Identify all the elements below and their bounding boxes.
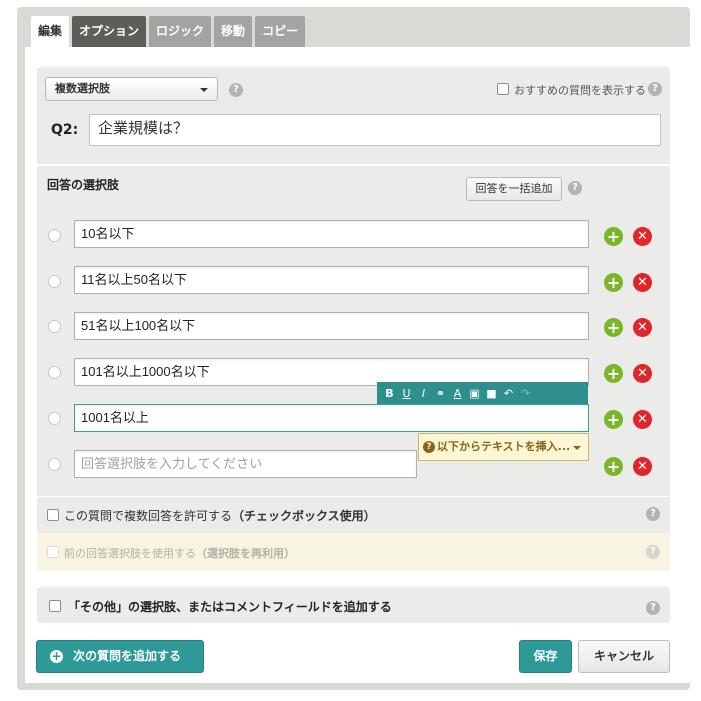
tab-copy[interactable]: コピー: [255, 16, 306, 47]
image-icon[interactable]: ▣: [466, 387, 483, 400]
redo-icon[interactable]: ↷: [517, 387, 534, 400]
answer-radio: [48, 275, 61, 288]
undo-icon[interactable]: ↶: [500, 387, 517, 400]
multi-answer-checkbox[interactable]: [47, 509, 59, 521]
other-field-checkbox[interactable]: [49, 600, 61, 612]
add-answer-icon[interactable]: +: [604, 457, 623, 476]
show-recommended-label: おすすめの質問を表示する: [514, 84, 646, 97]
answer-input[interactable]: 51名以上100名以下: [74, 312, 589, 340]
show-recommended-checkbox[interactable]: [497, 83, 509, 95]
add-next-question-button[interactable]: + 次の質問を追加する: [36, 640, 204, 673]
answer-choices-title: 回答の選択肢: [47, 178, 120, 192]
bold-icon[interactable]: B: [381, 387, 398, 400]
cancel-button[interactable]: キャンセル: [578, 640, 670, 673]
multi-answer-text: この質問で複数回答を許可する: [64, 509, 233, 523]
rich-text-toolbar: B U I ⚭ A ▣ ■ ↶ ↷: [377, 382, 588, 404]
other-field-label: 「その他」の選択肢、またはコメントフィールドを追加する: [68, 600, 392, 614]
reuse-answers-checkbox[interactable]: [47, 546, 59, 558]
question-type-select[interactable]: 複数選択肢: [45, 77, 218, 101]
text-color-icon[interactable]: A: [449, 387, 466, 400]
multi-answer-label: この質問で複数回答を許可する（チェックボックス使用）: [64, 507, 376, 524]
italic-icon[interactable]: I: [415, 387, 432, 400]
chevron-down-icon: [573, 446, 581, 450]
insert-text-dropdown[interactable]: ? 以下からテキストを挿入...: [418, 433, 589, 461]
tab-edit[interactable]: 編集: [31, 16, 70, 47]
answer-radio: [48, 229, 61, 242]
underline-icon[interactable]: U: [398, 387, 415, 400]
save-button[interactable]: 保存: [519, 640, 572, 673]
question-text-input[interactable]: 企業規模は？: [89, 114, 661, 146]
answer-radio: [48, 366, 61, 379]
add-answer-icon[interactable]: +: [604, 364, 623, 383]
delete-answer-icon[interactable]: ✕: [633, 457, 652, 476]
answer-radio: [48, 320, 61, 333]
add-answer-icon[interactable]: +: [604, 273, 623, 292]
bulk-add-answers-button[interactable]: 回答を一括追加: [466, 177, 562, 201]
new-answer-input[interactable]: 回答選択肢を入力してください: [74, 450, 417, 478]
tab-move[interactable]: 移動: [214, 16, 253, 47]
help-icon[interactable]: ?: [648, 82, 662, 96]
help-icon[interactable]: ?: [646, 507, 660, 521]
answer-radio: [48, 458, 61, 471]
tab-logic[interactable]: ロジック: [149, 16, 212, 47]
link-icon[interactable]: ⚭: [432, 387, 449, 400]
reuse-answers-label: 前の回答選択肢を使用する（選択肢を再利用）: [64, 545, 295, 561]
delete-answer-icon[interactable]: ✕: [633, 273, 652, 292]
help-icon[interactable]: ?: [646, 601, 660, 615]
add-answer-icon[interactable]: +: [604, 227, 623, 246]
chevron-down-icon: [200, 88, 208, 92]
question-number: Q2:: [51, 122, 79, 138]
answer-input[interactable]: 11名以上50名以下: [74, 266, 589, 294]
tab-options[interactable]: オプション: [72, 16, 147, 47]
reuse-answers-text: 前の回答選択肢を使用する: [64, 547, 196, 560]
reuse-answers-hint: （選択肢を再利用）: [196, 547, 295, 560]
delete-answer-icon[interactable]: ✕: [633, 227, 652, 246]
add-answer-icon[interactable]: +: [604, 410, 623, 429]
plus-circle-icon: +: [50, 649, 63, 663]
answer-input[interactable]: 1001名以上: [74, 404, 589, 432]
insert-text-label: 以下からテキストを挿入...: [437, 440, 571, 453]
question-circle-icon: ?: [423, 441, 435, 453]
answer-radio: [48, 412, 61, 425]
help-icon[interactable]: ?: [568, 181, 582, 195]
delete-answer-icon[interactable]: ✕: [633, 318, 652, 337]
delete-answer-icon[interactable]: ✕: [633, 410, 652, 429]
editor-tabs: 編集 オプション ロジック 移動 コピー: [31, 16, 308, 47]
add-answer-icon[interactable]: +: [604, 318, 623, 337]
answer-input[interactable]: 10名以下: [74, 220, 589, 248]
help-icon[interactable]: ?: [229, 83, 243, 97]
question-type-value: 複数選択肢: [55, 82, 110, 95]
add-next-question-label: 次の質問を追加する: [73, 649, 182, 663]
delete-answer-icon[interactable]: ✕: [633, 364, 652, 383]
help-icon[interactable]: ?: [646, 545, 660, 559]
video-icon[interactable]: ■: [483, 387, 500, 400]
multi-answer-hint: （チェックボックス使用）: [232, 509, 376, 523]
